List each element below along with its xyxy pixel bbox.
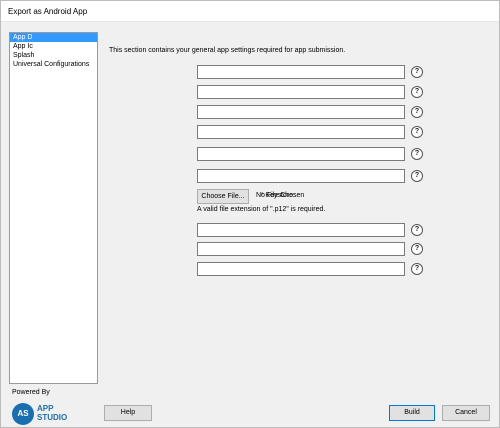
help-icon[interactable]: ? [411, 106, 423, 118]
help-icon[interactable]: ? [411, 170, 423, 182]
app-version-name-row: * App Version Name: ? [101, 85, 431, 99]
title-bar: Export as Android App [1, 1, 499, 22]
help-icon[interactable]: ? [411, 66, 423, 78]
sidebar-item-app-icon[interactable]: App Ic [10, 42, 97, 51]
privacy-policy-url-input[interactable] [197, 169, 405, 183]
choose-file-button[interactable]: Choose File... [197, 189, 249, 204]
app-display-name-row: * App Display Name: ? [101, 125, 431, 139]
key-alias-input[interactable] [197, 242, 405, 256]
app-studio-logo: AS APP STUDIO [12, 402, 72, 426]
key-alias-row: * Key Alias: ? [101, 242, 431, 256]
help-icon[interactable]: ? [411, 243, 423, 255]
logo-text-line2: STUDIO [37, 413, 68, 422]
sidebar: App D App Ic Splash Universal Configurat… [9, 32, 98, 384]
export-dialog: Export as Android App App D App Ic Splas… [0, 0, 500, 428]
section-description: This section contains your general app s… [109, 47, 346, 54]
google-license-key-input[interactable] [197, 262, 405, 276]
app-version-name-input[interactable] [197, 85, 405, 99]
logo-text-line1: APP [37, 404, 54, 413]
help-page-url-input[interactable] [197, 147, 405, 161]
powered-by-label: Powered By [12, 389, 50, 396]
privacy-policy-url-row: * Privacy Policy URL: ? [101, 169, 431, 183]
app-display-name-input[interactable] [197, 125, 405, 139]
app-version-code-row: * App Version Code: ? [101, 105, 431, 119]
package-name-row: * Package Name: ? [101, 65, 431, 79]
google-license-key-row: Google License Key: ? [101, 262, 431, 276]
help-page-url-row: * Help Page URL: ? [101, 147, 431, 161]
help-icon[interactable]: ? [411, 126, 423, 138]
help-icon[interactable]: ? [411, 148, 423, 160]
sidebar-item-splash[interactable]: Splash [10, 51, 97, 60]
cancel-button[interactable]: Cancel [442, 405, 490, 421]
sidebar-item-app-details[interactable]: App D [10, 33, 97, 42]
keystore-password-row: * Keystore Password: ? [101, 223, 431, 237]
help-button[interactable]: Help [104, 405, 152, 421]
dialog-title: Export as Android App [8, 7, 88, 16]
keystore-password-input[interactable] [197, 223, 405, 237]
file-status: No File Chosen [256, 192, 305, 199]
logo-badge: AS [12, 403, 34, 425]
help-icon[interactable]: ? [411, 224, 423, 236]
help-icon[interactable]: ? [411, 263, 423, 275]
keystore-hint: A valid file extension of ".p12" is requ… [197, 206, 326, 213]
package-name-input[interactable] [197, 65, 405, 79]
build-button[interactable]: Build [389, 405, 435, 421]
keystore-row: * Keystore: Choose File... No File Chose… [101, 189, 431, 204]
logo-text: APP STUDIO [37, 404, 67, 422]
sidebar-item-universal-configurations[interactable]: Universal Configurations [10, 60, 97, 69]
help-icon[interactable]: ? [411, 86, 423, 98]
app-version-code-input[interactable] [197, 105, 405, 119]
